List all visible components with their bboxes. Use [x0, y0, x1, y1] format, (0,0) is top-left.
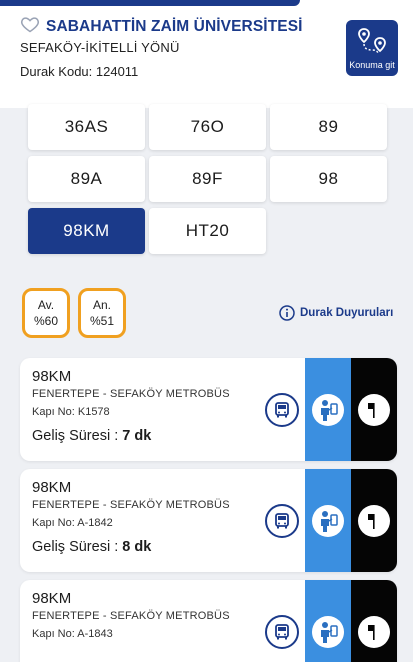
arrival-route: FENERTEPE - SEFAKÖY METROBÜS [32, 499, 230, 511]
arrival-route: FENERTEPE - SEFAKÖY METROBÜS [32, 610, 230, 622]
arrival-door: Kapı No: K1578 [32, 406, 110, 418]
bus-icon[interactable] [265, 615, 299, 649]
go-button-label: Konuma git [349, 60, 395, 70]
arrival-door: Kapı No: A-1842 [32, 517, 113, 529]
arrival-eta: Geliş Süresi : 7 dk [32, 428, 151, 444]
heart-outline-icon[interactable] [20, 14, 40, 39]
go-to-location-button[interactable]: Konuma git [346, 20, 398, 76]
eta-label: Geliş Süresi : [32, 539, 123, 555]
occupancy-av-label: Av. [37, 298, 55, 312]
bus-icon[interactable] [265, 393, 299, 427]
arrival-line-code: 98KM [32, 479, 72, 496]
line-button[interactable]: 89A [28, 156, 145, 202]
arrival-route: FENERTEPE - SEFAKÖY METROBÜS [32, 388, 230, 400]
stop-code: Durak Kodu: 124011 [20, 64, 139, 79]
flag-icon[interactable] [358, 394, 390, 426]
arrival-card[interactable]: 98KM FENERTEPE - SEFAKÖY METROBÜS Kapı N… [20, 469, 397, 572]
line-button-selected[interactable]: 98KM [28, 208, 145, 254]
line-button[interactable]: 76O [149, 104, 266, 150]
line-button[interactable]: 98 [270, 156, 387, 202]
stop-announcements-link[interactable]: Durak Duyuruları [279, 305, 393, 321]
stop-title-row: SABAHATTİN ZAİM ÜNİVERSİTESİ [20, 14, 303, 39]
passenger-icon[interactable] [312, 616, 344, 648]
arrival-line-code: 98KM [32, 368, 72, 385]
line-button[interactable]: 89 [270, 104, 387, 150]
line-button[interactable]: 89F [149, 156, 266, 202]
eta-label: Geliş Süresi : [32, 428, 123, 444]
line-button[interactable]: 36AS [28, 104, 145, 150]
eta-value: 8 dk [122, 539, 152, 555]
stop-name: SABAHATTİN ZAİM ÜNİVERSİTESİ [46, 17, 303, 35]
occupancy-av-badge: Av. %60 [22, 288, 70, 338]
bus-icon[interactable] [265, 504, 299, 538]
occupancy-an-badge: An. %51 [78, 288, 126, 338]
announcements-label: Durak Duyuruları [300, 307, 394, 319]
line-grid: 36AS 76O 89 89A 89F 98 98KM HT20 [28, 104, 388, 254]
occupancy-av-value: %60 [33, 314, 59, 328]
arrival-eta: Geliş Süresi : 8 dk [32, 539, 151, 555]
occupancy-an-label: An. [92, 298, 111, 312]
route-pin-icon [358, 28, 386, 54]
arrival-card[interactable]: 98KM FENERTEPE - SEFAKÖY METROBÜS Kapı N… [20, 580, 397, 662]
flag-icon[interactable] [358, 505, 390, 537]
flag-icon[interactable] [358, 616, 390, 648]
arrival-card[interactable]: 98KM FENERTEPE - SEFAKÖY METROBÜS Kapı N… [20, 358, 397, 461]
passenger-icon[interactable] [312, 505, 344, 537]
arrival-line-code: 98KM [32, 590, 72, 607]
stop-direction: SEFAKÖY-İKİTELLİ YÖNÜ [20, 40, 180, 55]
info-icon [279, 305, 295, 321]
occupancy-an-value: %51 [89, 314, 115, 328]
header-strip [0, 0, 300, 6]
eta-value: 7 dk [122, 428, 152, 444]
arrival-door: Kapı No: A-1843 [32, 628, 113, 640]
passenger-icon[interactable] [312, 394, 344, 426]
line-button[interactable]: HT20 [149, 208, 266, 254]
